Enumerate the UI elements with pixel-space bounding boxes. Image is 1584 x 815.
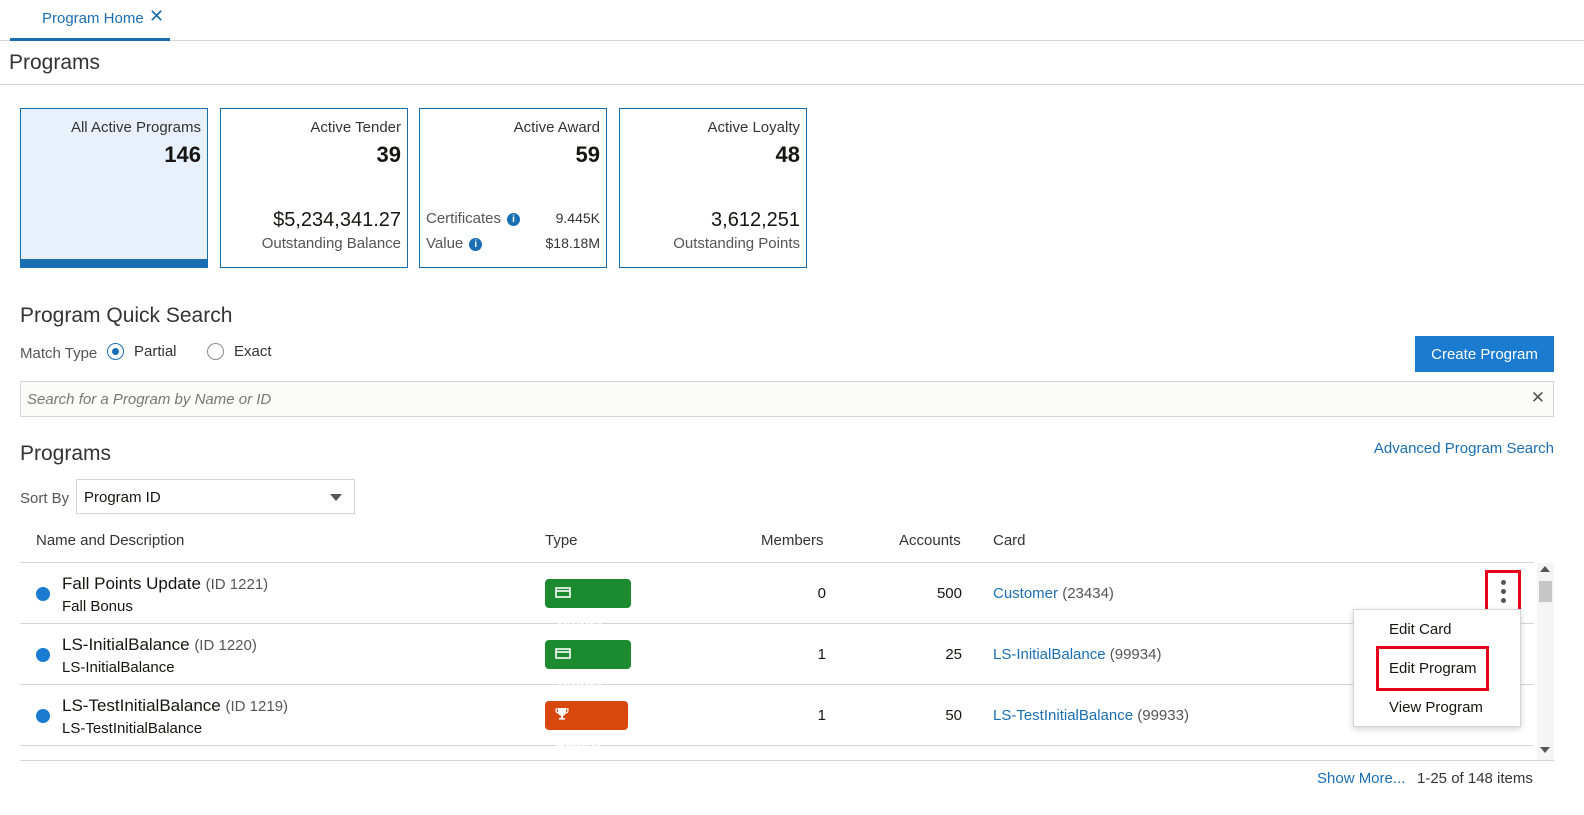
column-header-name[interactable]: Name and Description xyxy=(36,532,184,549)
tab-label: Program Home xyxy=(42,10,144,27)
sort-by-select[interactable]: Program ID xyxy=(76,479,355,514)
tile-label: All Active Programs xyxy=(70,119,201,136)
tile-count: 146 xyxy=(164,142,201,167)
table-row[interactable]: LS-InitialBalance (ID 1220) LS-InitialBa… xyxy=(20,624,1534,692)
program-id: (ID 1221) xyxy=(205,576,269,593)
program-name[interactable]: Fall Points Update (ID 1221) xyxy=(62,574,268,594)
tile-label: Active Award xyxy=(513,119,600,136)
credit-card-icon xyxy=(555,648,571,659)
advanced-program-search-link[interactable]: Advanced Program Search xyxy=(1374,440,1554,457)
program-description: Fall Bonus xyxy=(62,598,133,615)
type-badge-tender: Tender xyxy=(545,579,631,631)
members-count: 1 xyxy=(817,707,826,724)
quick-search-title: Program Quick Search xyxy=(20,304,233,327)
row-actions-menu: Edit Card Edit Program View Program xyxy=(1353,609,1521,727)
accounts-count: 25 xyxy=(945,646,962,663)
program-search-input[interactable] xyxy=(27,382,1507,416)
value-amount: $18.18M xyxy=(545,235,600,251)
chevron-down-icon xyxy=(330,494,342,501)
column-header-accounts[interactable]: Accounts xyxy=(899,532,961,549)
info-icon[interactable]: i xyxy=(507,213,521,226)
table-row[interactable]: LS-TestInitialBalance (ID 1219) LS-TestI… xyxy=(20,685,1534,753)
members-count: 1 xyxy=(817,646,826,663)
menu-item-edit-card[interactable]: Edit Card xyxy=(1389,621,1452,638)
outstanding-balance-label: Outstanding Balance xyxy=(261,235,401,252)
type-badge-tender: Tender xyxy=(545,640,631,692)
status-dot xyxy=(36,709,50,723)
program-description: LS-TestInitialBalance xyxy=(62,720,203,737)
radio-partial-label[interactable]: Partial xyxy=(134,343,177,360)
value-row: Value i $18.18M xyxy=(426,235,600,252)
program-name[interactable]: LS-TestInitialBalance (ID 1219) xyxy=(62,696,288,716)
program-name[interactable]: LS-InitialBalance (ID 1220) xyxy=(62,635,257,655)
clear-icon[interactable]: ✕ xyxy=(1531,388,1545,408)
program-id: (ID 1220) xyxy=(194,637,257,654)
certificates-row: Certificates i 9.445K xyxy=(426,210,600,227)
programs-section-title: Programs xyxy=(20,442,112,465)
certificates-value: 9.445K xyxy=(555,210,600,226)
tile-active-tender[interactable]: Active Tender 39 $5,234,341.27 Outstandi… xyxy=(220,108,408,268)
kebab-menu-icon[interactable] xyxy=(1485,570,1521,613)
info-icon[interactable]: i xyxy=(469,238,483,251)
radio-partial[interactable] xyxy=(107,343,124,360)
column-header-card[interactable]: Card xyxy=(993,532,1026,549)
tile-label: Active Loyalty xyxy=(707,119,800,136)
sort-by-label: Sort By xyxy=(20,490,70,507)
program-description: LS-InitialBalance xyxy=(62,659,175,676)
divider xyxy=(0,84,1584,85)
credit-card-icon xyxy=(555,587,571,598)
scroll-up-arrow-icon[interactable] xyxy=(1540,566,1550,572)
radio-exact[interactable] xyxy=(207,343,224,360)
tile-active-award[interactable]: Active Award 59 Certificates i 9.445K Val… xyxy=(419,108,607,268)
trophy-icon xyxy=(555,708,569,720)
program-id: (ID 1219) xyxy=(225,698,289,715)
menu-item-edit-program[interactable]: Edit Program xyxy=(1389,660,1477,677)
status-dot xyxy=(36,587,50,601)
sort-by-value: Program ID xyxy=(84,489,161,506)
accounts-count: 500 xyxy=(936,585,962,602)
outstanding-points-label: Outstanding Points xyxy=(673,235,800,252)
tile-count: 48 xyxy=(775,142,800,167)
status-dot xyxy=(36,648,50,662)
table-row[interactable]: Fall Points Update (ID 1221) Fall Bonus … xyxy=(20,563,1534,631)
value-label: Value xyxy=(426,235,464,252)
page-title: Programs xyxy=(9,51,101,74)
tile-all-active-programs[interactable]: All Active Programs 146 xyxy=(20,108,208,268)
close-icon[interactable]: ✕ xyxy=(149,6,164,27)
tab-program-home[interactable]: Program Home ✕ xyxy=(10,0,170,41)
members-count: 0 xyxy=(817,585,826,602)
accounts-count: 50 xyxy=(945,707,962,724)
item-count: 1-25 of 148 items xyxy=(1417,770,1533,787)
column-header-type[interactable]: Type xyxy=(545,532,578,549)
match-type-label: Match Type xyxy=(20,345,98,362)
tile-label: Active Tender xyxy=(310,119,401,136)
scrollbar-thumb[interactable] xyxy=(1539,581,1552,602)
tile-count: 59 xyxy=(575,142,600,167)
radio-exact-label[interactable]: Exact xyxy=(234,343,272,360)
menu-item-view-program[interactable]: View Program xyxy=(1389,699,1483,716)
outstanding-points-value: 3,612,251 xyxy=(711,209,800,231)
tile-count: 39 xyxy=(376,142,401,167)
program-search-box: ✕ xyxy=(20,381,1554,417)
certificates-label: Certificates xyxy=(426,210,502,227)
card-link[interactable]: LS-TestInitialBalance (99933) xyxy=(993,707,1189,724)
show-more-link[interactable]: Show More... xyxy=(1317,770,1405,787)
scroll-down-arrow-icon[interactable] xyxy=(1540,747,1550,753)
card-link[interactable]: LS-InitialBalance (99934) xyxy=(993,646,1161,663)
column-header-members[interactable]: Members xyxy=(761,532,824,549)
create-program-button[interactable]: Create Program xyxy=(1415,336,1554,372)
type-badge-award: Award xyxy=(545,701,628,753)
divider xyxy=(20,760,1554,761)
outstanding-balance-value: $5,234,341.27 xyxy=(273,209,401,231)
tile-active-loyalty[interactable]: Active Loyalty 48 3,612,251 Outstanding … xyxy=(619,108,807,268)
tab-bar: Program Home ✕ xyxy=(0,0,1584,41)
card-link[interactable]: Customer (23434) xyxy=(993,585,1114,602)
